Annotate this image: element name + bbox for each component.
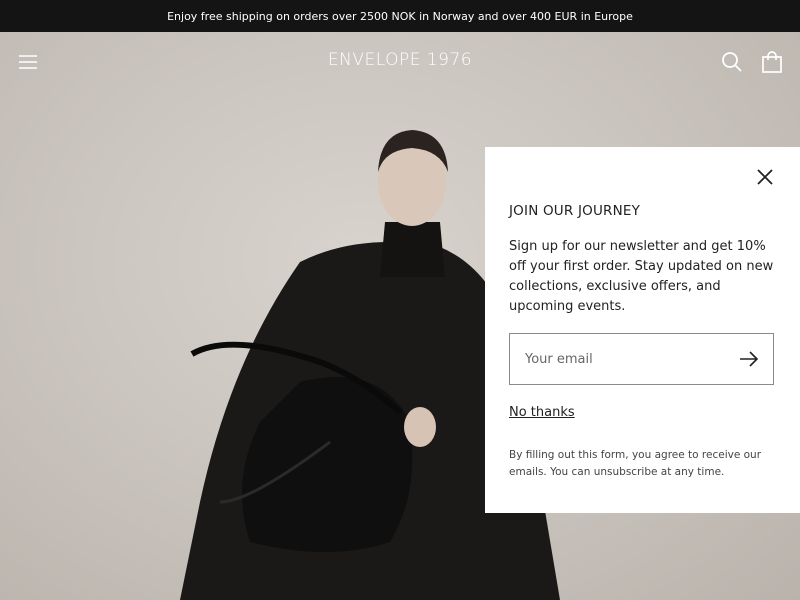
popup-title: JOIN OUR JOURNEY — [509, 203, 641, 219]
announcement-text: Enjoy free shipping on orders over 2500 … — [167, 9, 633, 23]
legal-text: By filling out this form, you agree to r… — [509, 449, 762, 478]
email-field[interactable] — [510, 334, 745, 384]
no-thanks-link[interactable]: No thanks — [509, 405, 575, 420]
search-icon[interactable] — [721, 51, 743, 73]
hamburger-menu-icon[interactable] — [18, 52, 38, 72]
close-icon[interactable] — [756, 168, 774, 186]
popup-description: Sign up for our newsletter and get 10% o… — [509, 239, 774, 314]
site-header: ENVELOPE 1976 — [0, 32, 800, 92]
email-field-container — [509, 333, 774, 385]
site-logo[interactable]: ENVELOPE 1976 — [300, 50, 500, 70]
announcement-bar: Enjoy free shipping on orders over 2500 … — [0, 0, 800, 32]
newsletter-popup: JOIN OUR JOURNEY Sign up for our newslet… — [485, 147, 800, 513]
shopping-bag-icon[interactable] — [761, 50, 783, 74]
arrow-right-icon[interactable] — [739, 350, 759, 368]
